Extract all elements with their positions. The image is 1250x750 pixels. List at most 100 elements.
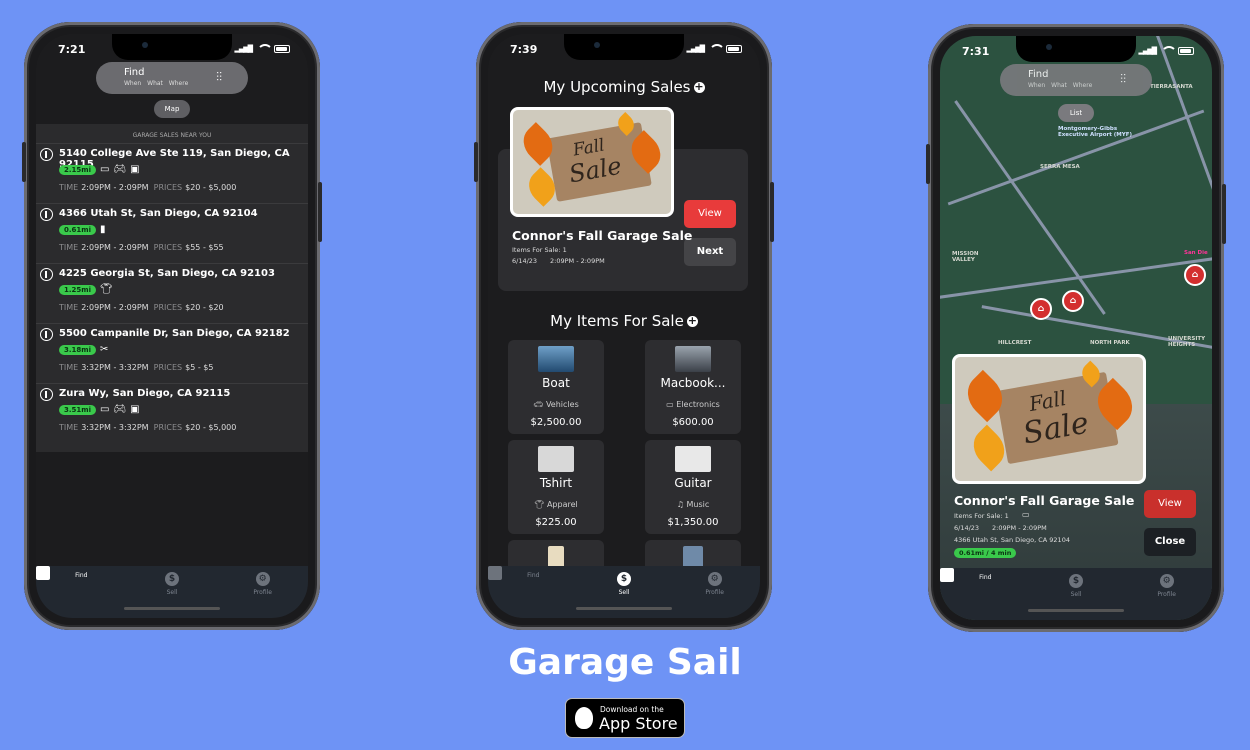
app-store-badge[interactable]: Download on the App Store xyxy=(565,698,685,738)
gear-icon: ⚙ xyxy=(255,572,270,586)
tab-profile[interactable]: ⚙ Profile xyxy=(233,572,293,618)
map-pin[interactable]: ⌂ xyxy=(1062,290,1084,312)
signal-icon: ▂▄▆█ xyxy=(1138,46,1157,55)
sale-meta: 3.51mi ▭ 🎮︎ ▣ xyxy=(59,404,140,415)
category-label: Apparel xyxy=(546,500,578,509)
sale-time: 2:09PM - 2:09PM xyxy=(81,243,149,252)
map-pin[interactable]: ⌂ xyxy=(1184,264,1206,286)
tab-sell[interactable]: $ Sell xyxy=(142,572,202,618)
gamepad-icon: 🎮︎ xyxy=(113,164,127,175)
sale-row[interactable]: 4366 Utah St, San Diego, CA 92104 0.61mi… xyxy=(36,203,308,263)
add-item-icon[interactable]: + xyxy=(686,315,698,327)
dollar-icon: $ xyxy=(1068,574,1083,588)
list-header: GARAGE SALES NEAR YOU xyxy=(132,132,212,139)
side-button xyxy=(318,182,322,242)
sale-prices: $20 - $20 xyxy=(185,303,224,312)
map-road xyxy=(947,109,1205,206)
status-time: 7:21 xyxy=(58,43,86,56)
tab-find[interactable]: Find xyxy=(940,568,1015,620)
status-time: 7:39 xyxy=(510,43,538,56)
find-filter-button[interactable]: Find When What Where ⫶⫶ xyxy=(96,62,248,94)
phone-find-map: TIERRASANTA SERRA MESA MISSION VALLEY HI… xyxy=(926,24,1226,632)
sale-time: 3:32PM - 3:32PM xyxy=(81,423,149,432)
location-pin-icon xyxy=(40,268,53,281)
sale-row[interactable]: Zura Wy, San Diego, CA 92115 3.51mi ▭ 🎮︎ ▣ … xyxy=(36,383,308,443)
item-card-macbook[interactable]: Macbook... ▭ Electronics $600.00 xyxy=(645,340,741,434)
wifi-icon xyxy=(709,44,725,53)
phone-find-list: 7:21 ▂▄▆█ Find When What Where ⫶⫶ Map GA… xyxy=(22,22,322,630)
time-label: TIME xyxy=(59,423,79,432)
sale-address: Zura Wy, San Diego, CA 92115 xyxy=(59,388,231,399)
map-toggle-button[interactable]: Map xyxy=(154,100,190,118)
item-category: ♫ Music xyxy=(645,500,741,509)
sale-time: 2:09PM - 2:09PM xyxy=(550,257,605,265)
phone-sell: 7:39 ▂▄▆█ My Upcoming Sales + Fall Sale V… xyxy=(474,22,774,630)
sale-row[interactable]: 5140 College Ave Ste 119, San Diego, CA … xyxy=(36,143,308,203)
sale-time: 2:09PM - 2:09PM xyxy=(81,183,149,192)
tab-bar: Find $ Sell ⚙ Profile xyxy=(36,566,308,618)
distance-badge: 2.15mi xyxy=(59,164,96,175)
item-name: Tshirt xyxy=(539,476,573,490)
prices-label: PRICES xyxy=(153,423,183,432)
screen: TIERRASANTA SERRA MESA MISSION VALLEY HI… xyxy=(940,36,1212,620)
item-card-boat[interactable]: Boat 🚗︎ Vehicles $2,500.00 xyxy=(508,340,604,434)
status-time: 7:31 xyxy=(962,45,990,58)
sale-meta: 3.18mi ✂ xyxy=(59,344,108,355)
sale-prices: $20 - $5,000 xyxy=(185,423,237,432)
sale-address: 4366 Utah St, San Diego, CA 92104 xyxy=(59,208,258,219)
item-price: $225.00 xyxy=(535,517,577,528)
monitor-icon: ▣ xyxy=(130,404,140,415)
upcoming-sales-header: My Upcoming Sales + xyxy=(488,78,760,96)
sale-address: 5500 Campanile Dr, San Diego, CA 92182 xyxy=(59,328,290,339)
tab-label: Sell xyxy=(1070,591,1082,598)
view-sale-button[interactable]: View xyxy=(684,200,736,228)
tab-find[interactable]: Find xyxy=(36,566,111,618)
electronics-icon: ▭ xyxy=(99,404,110,415)
view-sale-button[interactable]: View xyxy=(1144,490,1196,518)
status-bar: 7:31 ▂▄▆█ xyxy=(940,45,1212,61)
guitar-image xyxy=(675,446,711,472)
sale-prices: $55 - $55 xyxy=(185,243,224,252)
tab-find[interactable]: Find xyxy=(488,566,563,618)
tab-label: Find xyxy=(979,574,992,581)
time-label: TIME xyxy=(59,363,79,372)
laptop-image xyxy=(675,346,711,372)
dollar-icon: $ xyxy=(164,572,179,586)
tab-label: Find xyxy=(75,572,88,579)
add-sale-icon[interactable]: + xyxy=(693,81,705,93)
sale-row[interactable]: 5500 Campanile Dr, San Diego, CA 92182 3… xyxy=(36,323,308,383)
sale-row[interactable]: 4225 Georgia St, San Diego, CA 92103 1.2… xyxy=(36,263,308,323)
tab-bar: Find $ Sell ⚙ Profile xyxy=(940,568,1212,620)
tab-profile[interactable]: ⚙ Profile xyxy=(1137,574,1197,620)
monitor-icon: ▣ xyxy=(130,164,140,175)
status-bar: 7:21 ▂▄▆█ xyxy=(36,43,308,59)
tab-label: Profile xyxy=(253,589,272,596)
prices-label: PRICES xyxy=(153,363,183,372)
shirt-icon: 👕︎ xyxy=(534,500,547,509)
close-button[interactable]: Close xyxy=(1144,528,1196,556)
tab-sell[interactable]: $ Sell xyxy=(594,572,654,618)
battery-icon xyxy=(274,44,290,53)
map-pin[interactable]: ⌂ xyxy=(1030,298,1052,320)
tab-profile[interactable]: ⚙ Profile xyxy=(685,572,745,618)
item-category: ▭ Electronics xyxy=(645,400,741,409)
list-toggle-button[interactable]: List xyxy=(1058,104,1094,122)
item-card-tshirt[interactable]: Tshirt 👕︎ Apparel $225.00 xyxy=(508,440,604,534)
find-filter-button[interactable]: Find When What Where ⫶⫶ xyxy=(1000,64,1152,96)
sale-meta: 0.61mi ▮ xyxy=(59,224,105,235)
home-indicator xyxy=(1028,609,1124,612)
sale-time: 2:09PM - 2:09PM xyxy=(992,524,1047,532)
location-pin-icon xyxy=(40,148,53,161)
sale-meta: 2.15mi ▭ 🎮︎ ▣ xyxy=(59,164,140,175)
sales-rows: 5140 College Ave Ste 119, San Diego, CA … xyxy=(36,143,308,443)
sale-meta: 1.25mi 👕︎ xyxy=(59,284,113,295)
apple-icon xyxy=(575,707,593,729)
sale-time-prices: TIME 2:09PM - 2:09PM PRICES $55 - $55 xyxy=(59,243,224,252)
tab-sell[interactable]: $ Sell xyxy=(1046,574,1106,620)
appstore-line2: App Store xyxy=(599,714,678,733)
item-card-guitar[interactable]: Guitar ♫ Music $1,350.00 xyxy=(645,440,741,534)
shirt-icon: 👕︎ xyxy=(99,284,113,295)
sale-image: Fall Sale xyxy=(952,354,1146,484)
dollar-icon: $ xyxy=(616,572,631,586)
items-for-sale-title: My Items For Sale xyxy=(550,312,684,330)
